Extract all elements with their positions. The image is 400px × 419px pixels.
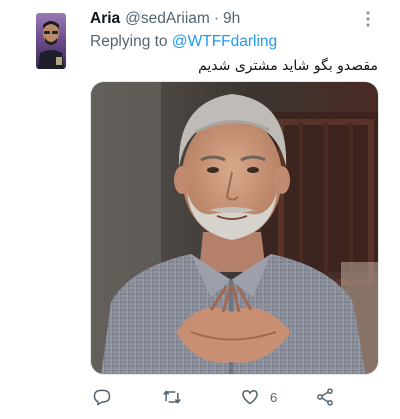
like-icon: [242, 390, 258, 405]
man-photo: [91, 82, 378, 374]
tweet-actions: 6: [90, 386, 379, 410]
timestamp[interactable]: 9h: [223, 10, 240, 28]
tweet-header: Aria @sedAriiam · 9h: [90, 10, 240, 30]
replying-prefix: Replying to: [90, 33, 172, 50]
more-icon[interactable]: [363, 10, 373, 28]
header-separator: ·: [213, 10, 219, 27]
retweet-icon: [163, 390, 181, 404]
user-handle[interactable]: @sedAriiam: [125, 10, 210, 28]
replying-mention-link[interactable]: @WTFFdarling: [172, 33, 277, 50]
tweet-card[interactable]: Aria @sedAriiam · 9h Replying to @WTFFda…: [0, 0, 400, 419]
like-count: 6: [270, 389, 278, 405]
share-icon: [317, 388, 333, 406]
like-button[interactable]: 6: [240, 386, 277, 408]
replying-to: Replying to @WTFFdarling: [90, 33, 277, 51]
tweet-text: مقصدو بگو شاید مشتری شدیم: [198, 58, 378, 74]
share-button[interactable]: [315, 386, 335, 408]
avatar-image: [36, 13, 66, 69]
reply-icon: [93, 389, 111, 406]
tweet-media-image[interactable]: [90, 81, 379, 375]
reply-button[interactable]: [92, 386, 112, 408]
display-name[interactable]: Aria: [90, 10, 120, 28]
retweet-button[interactable]: [162, 386, 182, 408]
avatar[interactable]: [36, 13, 66, 69]
